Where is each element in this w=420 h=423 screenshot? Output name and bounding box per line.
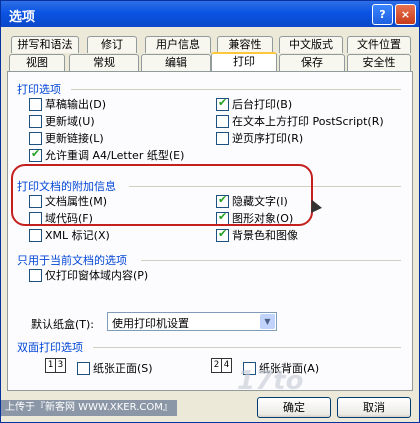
duplex-front-icon: 13 xyxy=(45,358,66,376)
hidden-text-checkbox[interactable]: ✔ xyxy=(216,193,229,208)
tab-file-locations[interactable]: 文件位置 xyxy=(347,36,411,53)
help-button[interactable]: ? xyxy=(372,4,393,25)
print-form-data-checkbox[interactable] xyxy=(29,269,42,282)
tab-edit[interactable]: 编辑 xyxy=(141,54,211,71)
print-options-title: 打印选项 xyxy=(17,83,61,96)
duplex-back-icon: 24 xyxy=(211,358,232,376)
tab-asian-typography[interactable]: 中文版式 xyxy=(279,36,343,53)
window-title: 选项 xyxy=(9,10,36,25)
duplex-front-checkbox[interactable] xyxy=(77,362,90,375)
options-dialog: 选项 ? × 拼写和语法 修订 用户信息 兼容性 中文版式 文件位置 视图 常规… xyxy=(0,0,420,423)
update-links-checkbox[interactable] xyxy=(29,132,42,145)
default-tray-select[interactable]: 使用打印机设置 ▼ xyxy=(107,312,277,331)
update-fields-checkbox[interactable] xyxy=(29,115,42,128)
field-codes-checkbox[interactable] xyxy=(29,212,42,225)
tab-compatibility[interactable]: 兼容性 xyxy=(217,36,273,53)
current-doc-title: 只用于当前文档的选项 xyxy=(17,254,127,267)
draft-output-checkbox[interactable] xyxy=(29,98,42,111)
background-colors-checkbox[interactable]: ✔ xyxy=(216,227,229,242)
tab-view[interactable]: 视图 xyxy=(9,54,65,71)
check-icon: ✔ xyxy=(218,227,228,240)
check-icon: ✔ xyxy=(218,210,228,223)
reverse-order-checkbox[interactable] xyxy=(216,132,229,145)
tab-user-info[interactable]: 用户信息 xyxy=(145,36,211,53)
tab-print[interactable]: 打印 xyxy=(211,52,277,71)
title-bar[interactable]: 选项 ? × xyxy=(1,1,419,27)
cancel-button[interactable]: 取消 xyxy=(337,397,411,418)
ok-button[interactable]: 确定 xyxy=(257,397,331,418)
group-divider xyxy=(93,347,401,348)
tab-save[interactable]: 保存 xyxy=(279,54,345,71)
xml-tags-checkbox[interactable] xyxy=(29,229,42,242)
default-tray-label: 默认纸盒(T): xyxy=(31,318,95,331)
duplex-title: 双面打印选项 xyxy=(17,341,83,354)
chevron-down-icon[interactable]: ▼ xyxy=(260,314,275,329)
default-tray-value: 使用打印机设置 xyxy=(112,317,189,330)
postscript-over-text-checkbox[interactable] xyxy=(216,115,229,128)
group-divider xyxy=(141,260,401,261)
tab-track-changes[interactable]: 修订 xyxy=(87,36,137,53)
background-print-checkbox[interactable]: ✔ xyxy=(216,96,229,111)
tab-security[interactable]: 安全性 xyxy=(347,54,411,71)
tab-spelling-grammar[interactable]: 拼写和语法 xyxy=(11,36,79,53)
close-button[interactable]: × xyxy=(395,4,416,25)
document-options-title: 打印文档的附加信息 xyxy=(17,180,116,193)
watermark-logo: 17to xyxy=(237,366,304,396)
check-icon: ✔ xyxy=(218,96,228,109)
check-icon: ✔ xyxy=(31,147,41,160)
document-properties-checkbox[interactable] xyxy=(29,195,42,208)
watermark-caption: 上传于『新客网 WWW.XKER.COM』 xyxy=(1,400,177,416)
tab-general[interactable]: 常规 xyxy=(69,54,139,71)
check-icon: ✔ xyxy=(218,193,228,206)
group-divider xyxy=(129,186,401,187)
drawing-objects-checkbox[interactable]: ✔ xyxy=(216,210,229,225)
group-divider xyxy=(71,89,401,90)
allow-a4-letter-checkbox[interactable]: ✔ xyxy=(29,147,42,162)
